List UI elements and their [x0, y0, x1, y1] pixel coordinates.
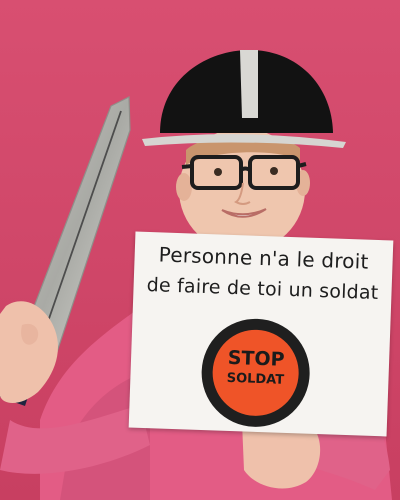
photo-scene: Personne n'a le droit de faire de toi un… [0, 0, 400, 500]
protest-sign: Personne n'a le droit de faire de toi un… [128, 231, 394, 437]
left-eye [214, 168, 222, 176]
right-eye [270, 167, 278, 175]
stop-badge: STOP SOLDAT [197, 314, 315, 432]
left-ear [176, 173, 192, 201]
helmet-crest [240, 50, 258, 118]
stop-word: STOP [227, 346, 285, 371]
